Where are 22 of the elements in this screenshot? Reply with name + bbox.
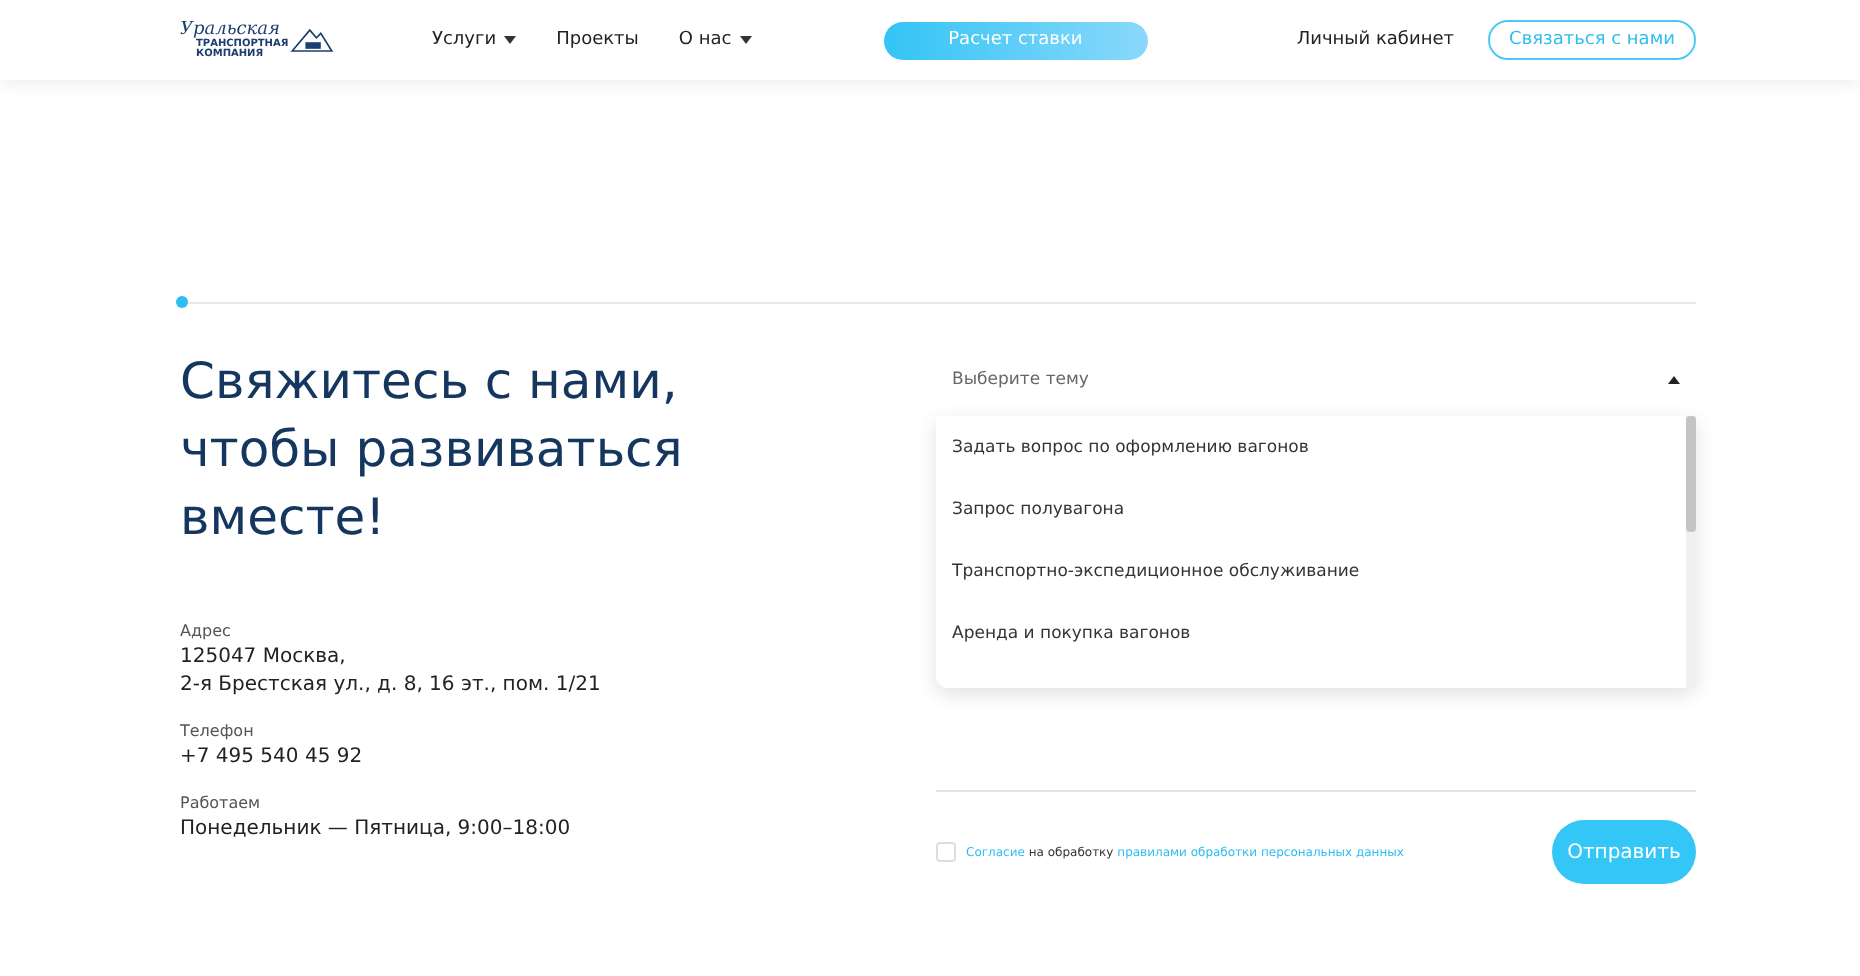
- logo-script-text: Уральская: [180, 21, 281, 39]
- dropdown-option[interactable]: Запрос полувагона: [936, 480, 1686, 542]
- account-link[interactable]: Личный кабинет: [1296, 30, 1454, 50]
- dot-icon: [176, 296, 188, 308]
- detail-label: Работаем: [180, 792, 263, 816]
- detail-label: Телефон: [180, 720, 256, 744]
- nav-link[interactable]: Услуги: [432, 30, 517, 50]
- detail-value: Понедельник — Пятница, 9:00–18:00: [180, 816, 573, 844]
- scrollbar-thumb[interactable]: [1686, 416, 1696, 532]
- topic-select[interactable]: Выберите тему: [936, 344, 1696, 416]
- mountain-icon: [290, 24, 335, 56]
- section-heading: Свяжитесь с нами, чтобы развиваться вместе!: [180, 350, 685, 550]
- consent-checkbox[interactable]: [936, 842, 956, 862]
- dropdown-option[interactable]: Аренда и покупка вагонов: [936, 604, 1686, 666]
- dropdown-option[interactable]: Транспортно-экспедиционное обслуживание: [936, 542, 1686, 604]
- nav-link[interactable]: О нас: [678, 30, 752, 50]
- detail-value: 2-я Брестская ул., д. 8, 16 эт., пом. 1/21: [180, 672, 603, 700]
- detail-value: +7 495 540 45 92: [180, 744, 365, 772]
- dropdown-option[interactable]: Задать вопрос по оформлению вагонов: [936, 418, 1686, 480]
- nav-link[interactable]: Проекты: [556, 30, 639, 50]
- detail-label: Адрес: [180, 620, 233, 644]
- detail-value: 125047 Москва,: [180, 644, 348, 672]
